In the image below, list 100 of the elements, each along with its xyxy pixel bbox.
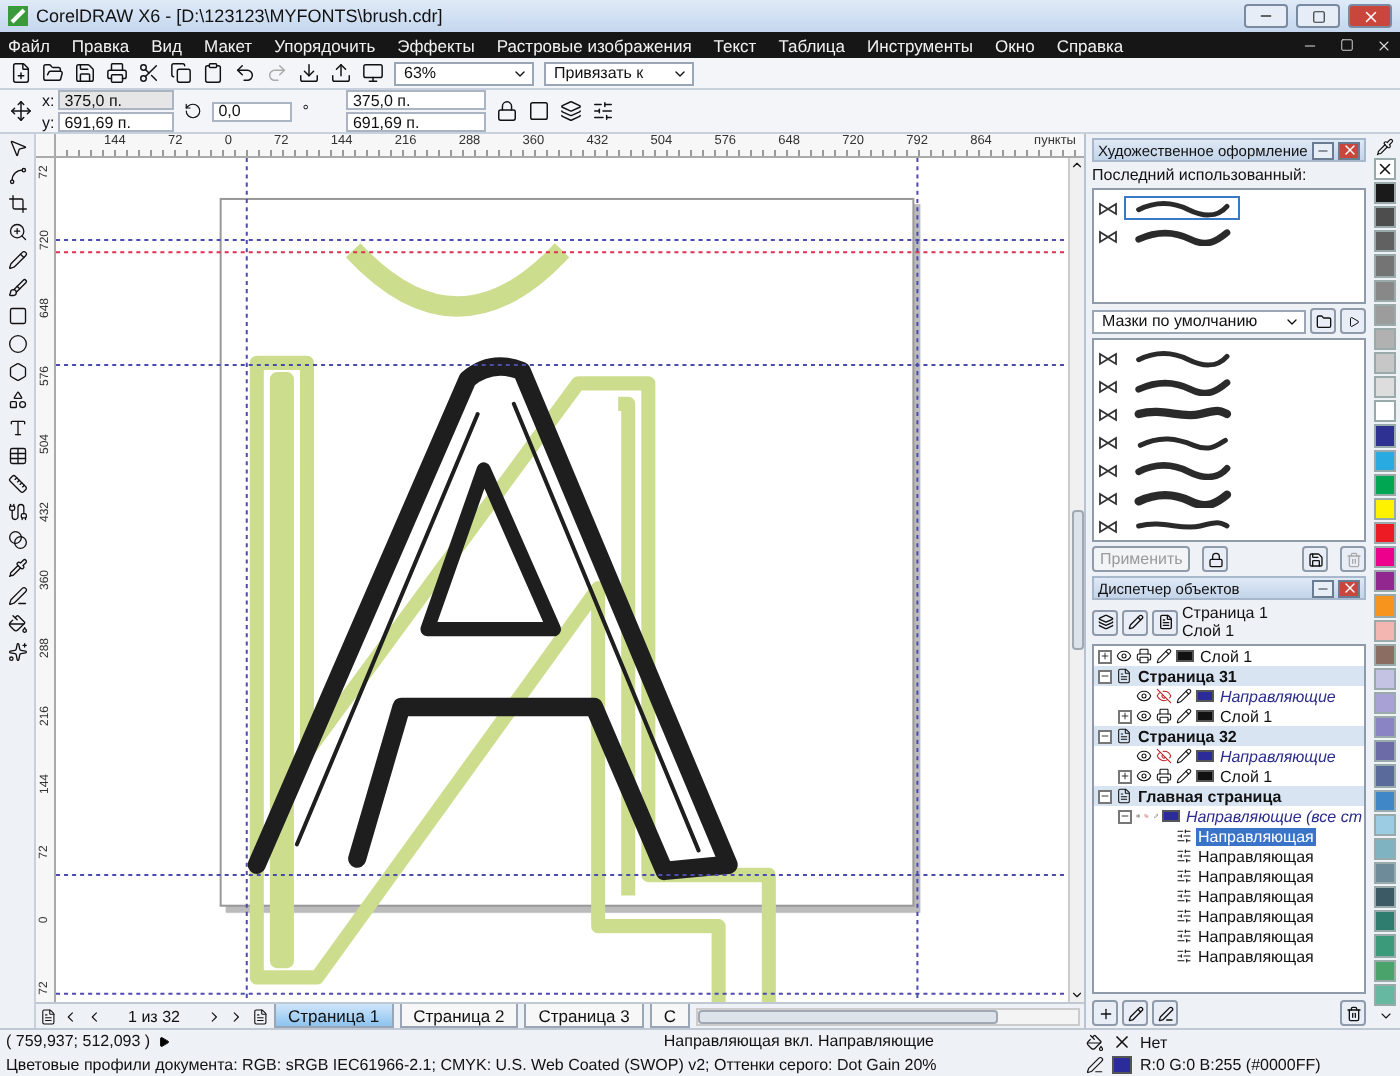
- color-swatch[interactable]: [1374, 691, 1396, 715]
- snap-dropdown[interactable]: Привязать к: [544, 61, 694, 85]
- flyout-arrow-icon[interactable]: [158, 1035, 171, 1048]
- color-swatch[interactable]: [1374, 449, 1396, 472]
- color-swatch[interactable]: [1374, 934, 1396, 957]
- expand-toggle[interactable]: [1098, 649, 1112, 663]
- tree-item-label[interactable]: Направляющая: [1196, 827, 1316, 845]
- pencil-icon[interactable]: [1176, 688, 1192, 704]
- shapes-icon[interactable]: [7, 390, 27, 410]
- expand-toggle[interactable]: [1118, 709, 1132, 723]
- printer-icon[interactable]: [1156, 708, 1172, 724]
- height-field[interactable]: 691,69 п.: [346, 112, 487, 132]
- zoom-dropdown[interactable]: 63%: [394, 61, 534, 85]
- color-swatch[interactable]: [1374, 837, 1396, 860]
- color-swatch[interactable]: [1374, 983, 1396, 1006]
- menu-item[interactable]: Окно: [995, 35, 1035, 55]
- minimize-button[interactable]: [1312, 579, 1334, 597]
- delete-button[interactable]: [1340, 1000, 1366, 1026]
- color-swatch[interactable]: [1374, 886, 1396, 909]
- tree-item-label[interactable]: Направляющие: [1218, 687, 1338, 705]
- minimize-button[interactable]: [1312, 141, 1334, 159]
- menu-item[interactable]: Таблица: [778, 35, 846, 55]
- color-swatch[interactable]: [1374, 789, 1396, 812]
- color-swatch[interactable]: [1374, 376, 1396, 399]
- master-layer-button[interactable]: [1152, 1000, 1178, 1026]
- brush-icon[interactable]: [7, 278, 27, 298]
- pencil-icon[interactable]: [1176, 748, 1192, 764]
- printer-icon[interactable]: [1136, 648, 1152, 664]
- drawing-canvas[interactable]: [56, 158, 1068, 1002]
- close-icon[interactable]: [1376, 37, 1392, 53]
- print-icon[interactable]: [106, 62, 128, 84]
- color-swatch[interactable]: [1374, 740, 1396, 763]
- menu-item[interactable]: Текст: [713, 35, 757, 55]
- layers-icon[interactable]: [560, 100, 583, 122]
- guideline[interactable]: [56, 363, 1068, 366]
- options-icon[interactable]: [592, 100, 615, 122]
- color-swatch[interactable]: [1374, 182, 1396, 205]
- color-swatch[interactable]: [1374, 400, 1396, 423]
- color-swatch[interactable]: [1374, 206, 1396, 229]
- color-swatch[interactable]: [1374, 303, 1396, 326]
- color-swatch[interactable]: [1374, 861, 1396, 885]
- close-button[interactable]: [1338, 141, 1360, 159]
- menu-item[interactable]: Растровые изображения: [496, 35, 692, 55]
- guideline[interactable]: [245, 158, 248, 1002]
- brush-library-dropdown[interactable]: Мазки по умолчанию: [1092, 309, 1307, 333]
- color-swatch[interactable]: [1374, 521, 1396, 545]
- position-icon[interactable]: [10, 100, 32, 122]
- pencil-icon[interactable]: [1176, 768, 1192, 784]
- visibility-icon[interactable]: [1136, 708, 1152, 724]
- menu-item[interactable]: Правка: [71, 35, 130, 55]
- rectangle-icon[interactable]: [7, 306, 27, 326]
- brush-stroke-preview[interactable]: [1124, 196, 1240, 220]
- angle-field[interactable]: 0,0: [212, 101, 293, 121]
- restore-icon[interactable]: [1340, 38, 1354, 52]
- paste-icon[interactable]: [202, 62, 224, 84]
- pencil-icon[interactable]: [1156, 648, 1172, 664]
- guideline[interactable]: [916, 158, 919, 1002]
- color-swatch[interactable]: [1374, 813, 1396, 836]
- zoom-icon[interactable]: [7, 222, 27, 242]
- export-icon[interactable]: [330, 62, 352, 84]
- text-tool-icon[interactable]: [7, 418, 27, 438]
- expand-toggle[interactable]: [1118, 769, 1132, 783]
- color-swatch[interactable]: [1374, 254, 1396, 278]
- lock-button[interactable]: [1202, 546, 1229, 572]
- selected-guideline[interactable]: [56, 251, 1068, 254]
- scrollbar-thumb[interactable]: [698, 1009, 999, 1023]
- lock-icon[interactable]: [496, 100, 519, 122]
- pencil-button[interactable]: [1122, 609, 1148, 635]
- color-swatch[interactable]: [1374, 716, 1396, 739]
- expand-toggle[interactable]: [1098, 669, 1112, 683]
- eyedropper-icon[interactable]: [1376, 138, 1394, 156]
- copy-icon[interactable]: [170, 62, 192, 84]
- tree-item-label[interactable]: Направляющая: [1196, 927, 1316, 945]
- x-field[interactable]: 375,0 п.: [58, 90, 175, 110]
- color-swatch[interactable]: [1374, 910, 1396, 933]
- tree-item-label[interactable]: Направляющая: [1196, 887, 1316, 905]
- pointer-icon[interactable]: [7, 138, 27, 158]
- menu-item[interactable]: Инструменты: [867, 35, 974, 55]
- tree-item-label[interactable]: Направляющая: [1196, 847, 1316, 865]
- blend-icon[interactable]: [7, 530, 27, 550]
- monitor-icon[interactable]: [362, 62, 384, 84]
- guideline[interactable]: [56, 992, 1068, 995]
- width-field[interactable]: 375,0 п.: [346, 90, 487, 110]
- folder-button[interactable]: [1310, 308, 1337, 334]
- crop-icon[interactable]: [7, 194, 27, 214]
- tree-item-label[interactable]: Направляющая: [1196, 907, 1316, 925]
- menu-item[interactable]: Упорядочить: [274, 35, 376, 55]
- visibility-icon[interactable]: [1136, 748, 1152, 764]
- add-page-icon[interactable]: [40, 1007, 57, 1025]
- menu-item[interactable]: Эффекты: [397, 35, 475, 55]
- color-swatch[interactable]: [1374, 619, 1396, 642]
- page-tab[interactable]: Страница 1: [274, 1004, 394, 1028]
- pencil-icon[interactable]: [1176, 708, 1192, 724]
- ellipse-icon[interactable]: [7, 334, 27, 354]
- page-tab[interactable]: С: [649, 1004, 691, 1028]
- expand-toggle[interactable]: [1098, 729, 1112, 743]
- page-tab[interactable]: Страница 3: [524, 1004, 644, 1028]
- rotate-icon[interactable]: [184, 102, 203, 120]
- ruler-icon[interactable]: [7, 474, 27, 494]
- cut-icon[interactable]: [138, 62, 160, 84]
